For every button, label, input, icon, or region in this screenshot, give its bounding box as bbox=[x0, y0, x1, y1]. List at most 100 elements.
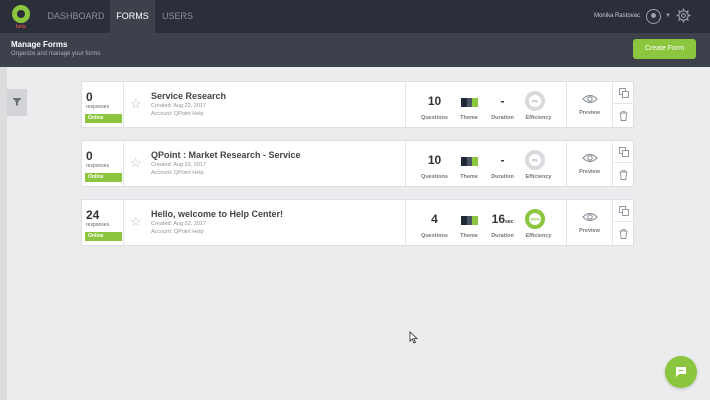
preview-button[interactable]: Preview bbox=[566, 141, 613, 186]
page-subtitle: Organize and manage your forms bbox=[11, 51, 101, 57]
theme-stat[interactable]: Theme bbox=[454, 200, 484, 245]
duration-stat: - Duration bbox=[486, 141, 519, 186]
user-name[interactable]: Monika Rastovac bbox=[594, 13, 640, 19]
efficiency-stat: 100% Efficiency bbox=[522, 200, 555, 245]
efficiency-gauge: 0% bbox=[525, 150, 545, 170]
efficiency-label: Efficiency bbox=[525, 174, 552, 180]
star-icon[interactable]: ☆ bbox=[130, 214, 142, 230]
efficiency-stat: 0% Efficiency bbox=[522, 82, 555, 127]
status-badge: Online bbox=[85, 173, 122, 182]
theme-swatch bbox=[461, 216, 478, 225]
theme-swatch bbox=[461, 157, 478, 166]
star-icon[interactable]: ☆ bbox=[130, 96, 142, 112]
chevron-down-icon[interactable]: ▼ bbox=[665, 13, 671, 19]
created-date: Created: Aug 22, 2017 bbox=[151, 162, 207, 168]
duration-stat: 16sec Duration bbox=[486, 200, 519, 245]
trash-icon bbox=[619, 170, 628, 180]
form-stats: 10 Questions Theme - Duration 0% Efficie… bbox=[405, 82, 557, 127]
form-card[interactable]: 0 responses Online ☆ QPoint : Market Res… bbox=[81, 140, 634, 187]
response-count: 0 bbox=[86, 90, 93, 104]
eye-icon bbox=[582, 153, 598, 163]
efficiency-gauge: 0% bbox=[525, 91, 545, 111]
form-stats: 10 Questions Theme - Duration 0% Efficie… bbox=[405, 141, 557, 186]
theme-swatch bbox=[461, 98, 478, 107]
account-name: Account: QPoint Help bbox=[151, 229, 204, 235]
responses-label: responses bbox=[86, 163, 110, 169]
trash-icon bbox=[619, 229, 628, 239]
copy-icon bbox=[619, 88, 629, 98]
response-count: 0 bbox=[86, 149, 93, 163]
preview-button[interactable]: Preview bbox=[566, 82, 613, 127]
status-badge: Online bbox=[85, 232, 122, 241]
questions-count: 10 bbox=[427, 153, 442, 167]
questions-label: Questions bbox=[421, 115, 448, 121]
theme-label: Theme bbox=[460, 174, 478, 180]
theme-stat[interactable]: Theme bbox=[454, 82, 484, 127]
preview-label: Preview bbox=[579, 228, 600, 234]
theme-stat[interactable]: Theme bbox=[454, 141, 484, 186]
responses-panel: 0 responses Online bbox=[82, 82, 124, 127]
responses-label: responses bbox=[86, 104, 110, 110]
efficiency-value: 0% bbox=[532, 99, 538, 104]
efficiency-gauge: 100% bbox=[525, 209, 545, 229]
created-date: Created: Aug 22, 2017 bbox=[151, 221, 207, 227]
eye-icon bbox=[582, 94, 598, 104]
account-name: Account: QPoint Help bbox=[151, 111, 204, 117]
filter-icon bbox=[12, 98, 22, 106]
form-title[interactable]: Hello, welcome to Help Center! bbox=[151, 209, 283, 219]
tab-users[interactable]: USERS bbox=[155, 0, 200, 33]
tab-dashboard[interactable]: DASHBOARD bbox=[42, 0, 110, 33]
eye-icon bbox=[582, 212, 598, 222]
theme-label: Theme bbox=[460, 115, 478, 121]
gear-icon[interactable] bbox=[676, 8, 691, 23]
status-badge: Online bbox=[85, 114, 122, 123]
account-name: Account: QPoint Help bbox=[151, 170, 204, 176]
responses-panel: 0 responses Online bbox=[82, 141, 124, 186]
beta-badge: beta bbox=[16, 24, 26, 30]
star-icon[interactable]: ☆ bbox=[130, 155, 142, 171]
duration-stat: - Duration bbox=[486, 82, 519, 127]
avatar[interactable] bbox=[646, 9, 661, 24]
questions-stat: 10 Questions bbox=[412, 82, 457, 127]
mouse-cursor bbox=[409, 331, 418, 344]
preview-label: Preview bbox=[579, 110, 600, 116]
left-rail bbox=[0, 67, 7, 400]
duplicate-button[interactable] bbox=[614, 82, 634, 104]
efficiency-stat: 0% Efficiency bbox=[522, 141, 555, 186]
form-title[interactable]: QPoint : Market Research - Service bbox=[151, 150, 301, 160]
filter-toggle[interactable] bbox=[7, 89, 27, 116]
tab-forms[interactable]: FORMS bbox=[110, 0, 155, 33]
form-meta: Created: Aug 22, 2017 Account: QPoint He… bbox=[151, 161, 206, 177]
form-card[interactable]: 24 responses Online ☆ Hello, welcome to … bbox=[81, 199, 634, 246]
duplicate-button[interactable] bbox=[614, 200, 634, 222]
response-count: 24 bbox=[86, 208, 100, 222]
responses-panel: 24 responses Online bbox=[82, 200, 124, 245]
questions-stat: 10 Questions bbox=[412, 141, 457, 186]
duplicate-button[interactable] bbox=[614, 141, 634, 163]
duration-label: Duration bbox=[491, 174, 514, 180]
duration-value: - bbox=[500, 94, 505, 108]
duration-label: Duration bbox=[491, 233, 514, 239]
form-meta: Created: Aug 22, 2017 Account: QPoint He… bbox=[151, 102, 206, 118]
copy-icon bbox=[619, 147, 629, 157]
efficiency-label: Efficiency bbox=[525, 115, 552, 121]
form-stats: 4 Questions Theme 16sec Duration 100% Ef… bbox=[405, 200, 557, 245]
delete-button[interactable] bbox=[614, 105, 634, 127]
efficiency-value: 100% bbox=[530, 217, 541, 222]
chat-button[interactable] bbox=[665, 356, 697, 388]
form-card[interactable]: 0 responses Online ☆ Service Research Cr… bbox=[81, 81, 634, 128]
questions-stat: 4 Questions bbox=[412, 200, 457, 245]
theme-label: Theme bbox=[460, 233, 478, 239]
efficiency-label: Efficiency bbox=[525, 233, 552, 239]
delete-button[interactable] bbox=[614, 223, 634, 245]
create-form-button[interactable]: Create Form bbox=[633, 39, 696, 59]
preview-button[interactable]: Preview bbox=[566, 200, 613, 245]
delete-button[interactable] bbox=[614, 164, 634, 186]
duration-value: - bbox=[500, 153, 505, 167]
form-title[interactable]: Service Research bbox=[151, 91, 226, 101]
logo[interactable]: beta bbox=[8, 4, 36, 30]
logo-icon bbox=[12, 5, 30, 23]
efficiency-value: 0% bbox=[532, 158, 538, 163]
chat-icon bbox=[676, 367, 686, 377]
page-title: Manage Forms bbox=[11, 40, 68, 49]
